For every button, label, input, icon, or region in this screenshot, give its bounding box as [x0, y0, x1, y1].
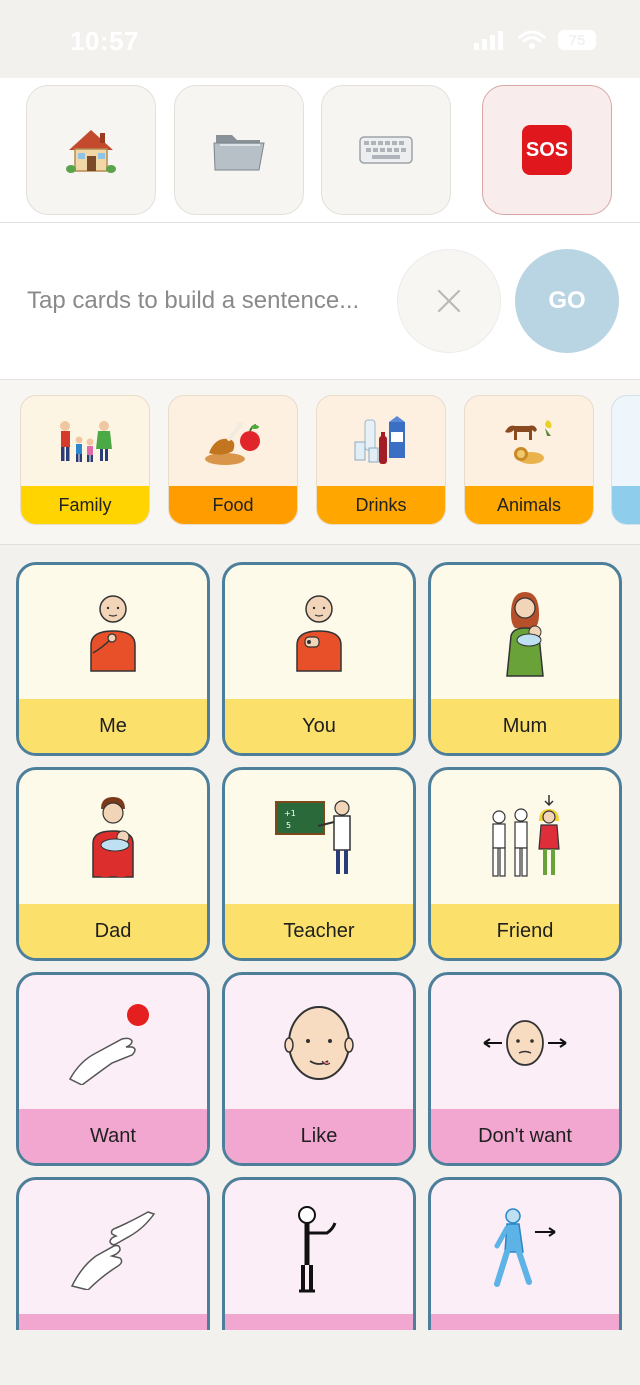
card-label: Mum	[431, 699, 619, 753]
category-family[interactable]: Family	[20, 395, 150, 525]
sos-button[interactable]: SOS	[482, 85, 612, 215]
folder-button[interactable]	[174, 85, 304, 215]
house-icon	[66, 130, 116, 173]
teacher-at-board-icon: +1 5	[275, 799, 351, 874]
sentence-bar: Tap cards to build a sentence... GO	[0, 223, 640, 380]
category-food[interactable]: Food	[168, 395, 298, 525]
sos-icon: SOS	[522, 125, 572, 175]
food-icon	[205, 422, 260, 465]
person-pointing-self-icon	[90, 594, 136, 672]
card-label	[225, 1314, 413, 1330]
card-label: Teacher	[225, 904, 413, 958]
card-stop[interactable]	[222, 1177, 416, 1330]
card-dad[interactable]: Dad	[16, 767, 210, 961]
keyboard-button[interactable]	[321, 85, 451, 215]
face-licking-lips-icon	[284, 1005, 354, 1080]
category-animals[interactable]: Animals	[464, 395, 594, 525]
category-label: Drinks	[317, 486, 445, 524]
top-toolbar: SOS	[0, 78, 640, 223]
card-grid: Me You Mum Dad +1 5 Teacher Friend Want …	[0, 545, 640, 1330]
card-label: Want	[19, 1109, 207, 1163]
card-dont-want[interactable]: Don't want	[428, 972, 622, 1166]
category-partial[interactable]	[611, 395, 640, 525]
cellular-signal-icon	[474, 31, 503, 50]
home-button[interactable]	[26, 85, 156, 215]
card-label: Dad	[19, 904, 207, 958]
card-friend[interactable]: Friend	[428, 767, 622, 961]
family-icon	[60, 421, 112, 462]
wifi-icon	[518, 30, 546, 49]
bottom-area	[0, 1330, 640, 1385]
category-label: Family	[21, 486, 149, 524]
battery-icon: 75	[558, 30, 596, 50]
folder-icon	[213, 135, 265, 171]
card-go-away[interactable]	[428, 1177, 622, 1330]
animals-icon	[505, 420, 552, 464]
card-label: Me	[19, 699, 207, 753]
person-stop-icon	[298, 1205, 337, 1292]
card-mum[interactable]: Mum	[428, 562, 622, 756]
group-of-friends-icon	[492, 794, 560, 877]
card-label	[431, 1314, 619, 1330]
card-label	[19, 1314, 207, 1330]
category-label: Food	[169, 486, 297, 524]
drinks-icon	[354, 416, 405, 464]
svg-text:5: 5	[286, 821, 291, 830]
card-me[interactable]: Me	[16, 562, 210, 756]
hands-giving-icon	[70, 1210, 156, 1290]
category-label: Animals	[465, 486, 593, 524]
card-label: Don't want	[431, 1109, 619, 1163]
card-want[interactable]: Want	[16, 972, 210, 1166]
keyboard-icon	[359, 136, 413, 164]
person-walking-away-icon	[494, 1207, 556, 1287]
card-like[interactable]: Like	[222, 972, 416, 1166]
category-bar: Family Food Drinks Animals	[0, 380, 640, 545]
father-with-baby-icon	[92, 796, 134, 878]
card-teacher[interactable]: +1 5 Teacher	[222, 767, 416, 961]
card-label: Friend	[431, 904, 619, 958]
sentence-placeholder[interactable]: Tap cards to build a sentence...	[27, 287, 359, 315]
clear-button[interactable]	[397, 249, 501, 353]
card-you[interactable]: You	[222, 562, 416, 756]
card-give[interactable]	[16, 1177, 210, 1330]
hand-reaching-ball-icon	[68, 1003, 149, 1085]
svg-text:+1: +1	[284, 809, 296, 818]
person-pointing-you-icon	[296, 594, 342, 672]
status-time: 10:57	[70, 26, 139, 56]
face-shaking-head-icon	[483, 1019, 567, 1066]
go-button[interactable]: GO	[515, 249, 619, 353]
status-icons: 75	[474, 30, 596, 50]
mother-with-baby-icon	[506, 591, 544, 677]
close-icon	[437, 289, 461, 313]
card-label: You	[225, 699, 413, 753]
category-drinks[interactable]: Drinks	[316, 395, 446, 525]
status-bar: 10:57 75	[0, 0, 640, 78]
card-label: Like	[225, 1109, 413, 1163]
